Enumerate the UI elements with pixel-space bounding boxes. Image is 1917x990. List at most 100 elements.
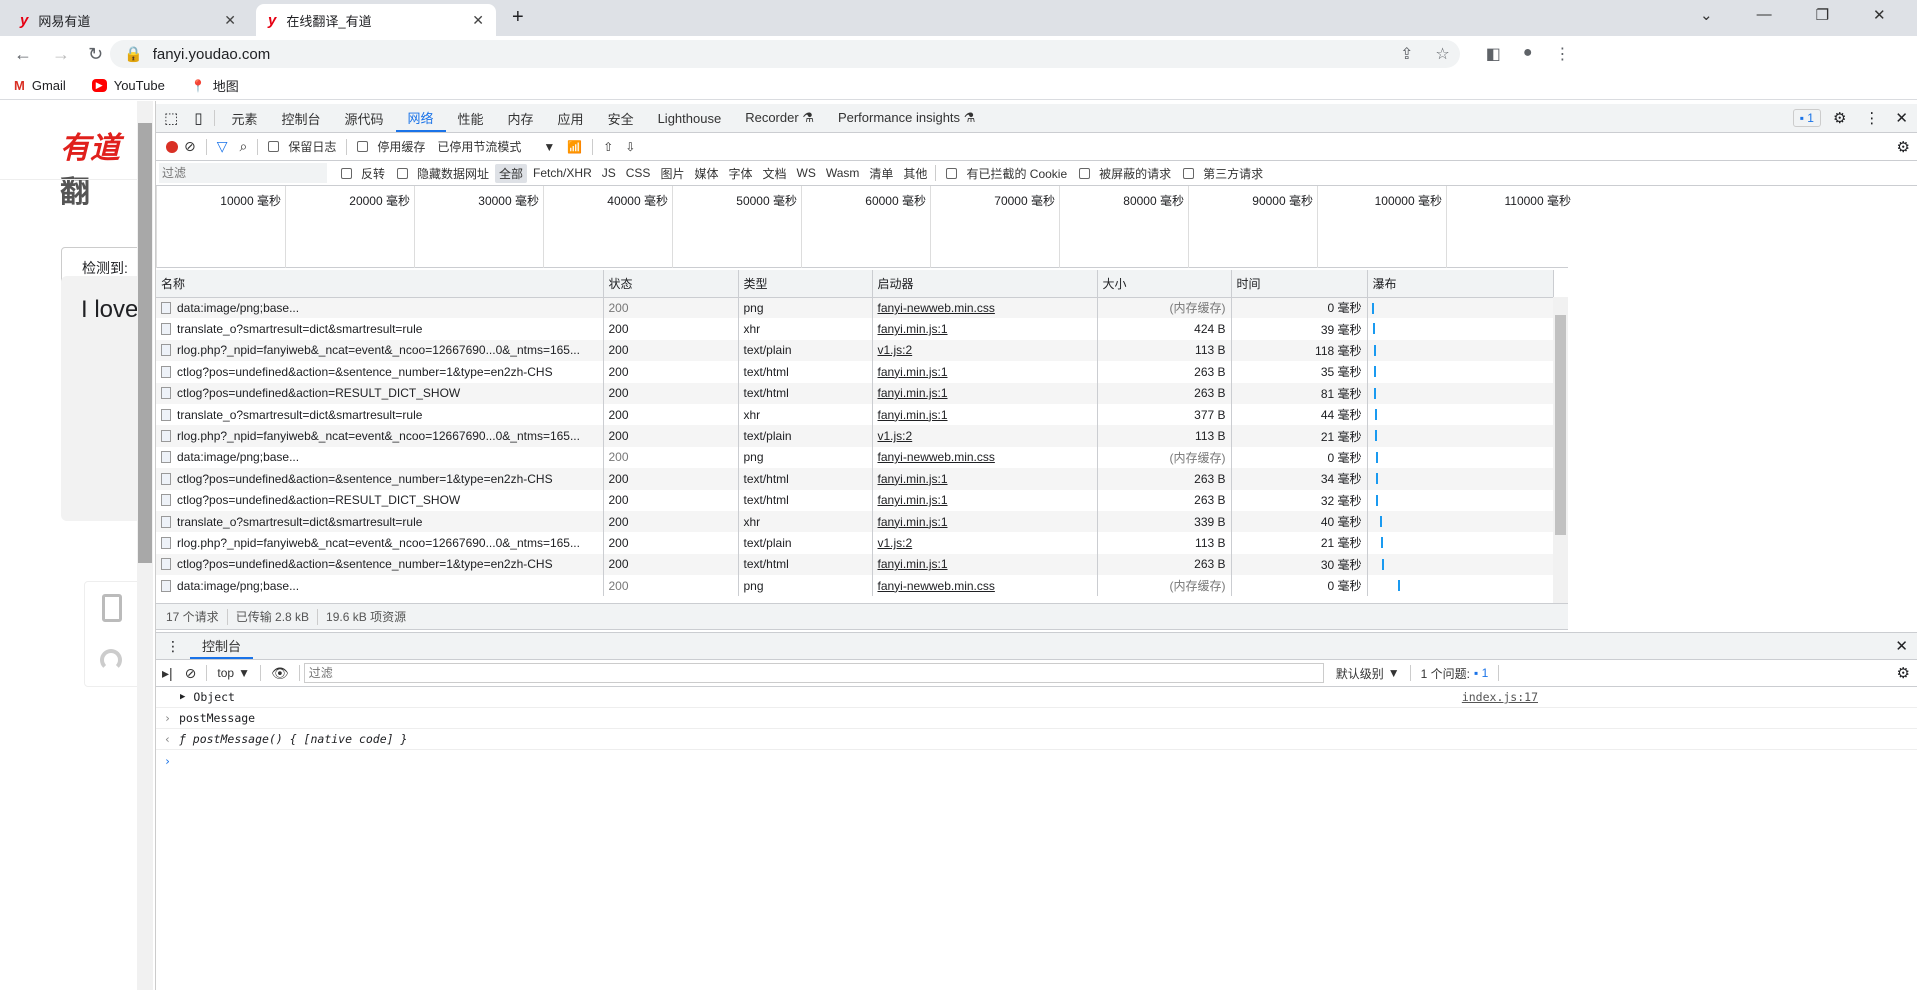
filter-input[interactable] bbox=[159, 163, 327, 183]
bookmark-youtube[interactable]: ▶ YouTube bbox=[91, 78, 165, 93]
new-tab-button[interactable]: + bbox=[512, 6, 524, 29]
back-icon[interactable]: ← bbox=[14, 44, 32, 65]
filter-type-button[interactable]: 其他 bbox=[899, 164, 931, 183]
filter-type-button[interactable]: Wasm bbox=[822, 164, 864, 183]
column-header[interactable]: 大小 bbox=[1097, 270, 1232, 298]
invert-checkbox[interactable]: 反转 bbox=[335, 165, 391, 182]
browser-tab-youdao[interactable]: y 网易有道 ✕ bbox=[8, 4, 248, 36]
live-expression-eye-icon[interactable]: 👁 bbox=[265, 665, 295, 682]
column-header[interactable]: 类型 bbox=[738, 270, 873, 298]
tab-console-drawer[interactable]: 控制台 bbox=[190, 633, 254, 659]
bookmark-gmail[interactable]: M Gmail bbox=[14, 78, 66, 93]
side-panel-icon[interactable]: ◧ bbox=[1486, 44, 1501, 64]
initiator[interactable]: fanyi-newweb.min.css bbox=[878, 301, 995, 315]
filter-type-button[interactable]: WS bbox=[793, 164, 820, 183]
bookmark-star-icon[interactable]: ☆ bbox=[1435, 44, 1449, 64]
console-prompt[interactable]: › bbox=[156, 750, 1917, 771]
hide-data-urls-checkbox[interactable]: 隐藏数据网址 bbox=[391, 165, 495, 182]
minimize-icon[interactable]: — bbox=[1757, 6, 1772, 24]
disable-cache-checkbox[interactable]: 停用缓存 bbox=[351, 138, 431, 155]
tab-devtools[interactable]: 源代码 bbox=[332, 104, 395, 132]
request-row[interactable]: rlog.php?_npid=fanyiweb&_ncat=event&_nco… bbox=[156, 425, 1554, 447]
table-scrollbar[interactable] bbox=[1553, 297, 1568, 603]
request-row[interactable]: ctlog?pos=undefined&action=&sentence_num… bbox=[156, 468, 1554, 490]
network-settings-icon[interactable]: ⚙ bbox=[1897, 138, 1917, 156]
tab-devtools[interactable]: 应用 bbox=[546, 104, 596, 132]
preserve-log-checkbox[interactable]: 保留日志 bbox=[262, 138, 342, 155]
browser-tab-translate[interactable]: y 在线翻译_有道 ✕ bbox=[256, 4, 496, 36]
initiator[interactable]: fanyi.min.js:1 bbox=[878, 408, 948, 422]
export-har-icon[interactable]: ⇩ bbox=[619, 140, 641, 154]
tab-devtools[interactable]: 内存 bbox=[496, 104, 546, 132]
close-window-icon[interactable]: ✕ bbox=[1873, 6, 1886, 24]
inspect-element-icon[interactable]: ⬚ bbox=[156, 109, 186, 127]
tab-devtools[interactable]: 性能 bbox=[446, 104, 496, 132]
blocked-requests-checkbox[interactable]: 被屏蔽的请求 bbox=[1073, 165, 1177, 182]
clear-icon[interactable]: ⊘ bbox=[178, 138, 202, 155]
column-header[interactable]: 状态 bbox=[603, 270, 739, 298]
issues-button[interactable]: 1 个问题: ▪ 1 bbox=[1415, 665, 1495, 682]
issues-badge[interactable]: ▪ 1 bbox=[1792, 109, 1821, 127]
filter-icon[interactable]: ▽ bbox=[211, 138, 234, 155]
source-text-input[interactable]: I love bbox=[61, 276, 137, 521]
request-row[interactable]: rlog.php?_npid=fanyiweb&_ncat=event&_nco… bbox=[156, 339, 1554, 362]
column-header[interactable]: 启动器 bbox=[872, 270, 1098, 298]
initiator[interactable]: fanyi.min.js:1 bbox=[878, 515, 948, 529]
third-party-checkbox[interactable]: 第三方请求 bbox=[1177, 165, 1269, 182]
device-toolbar-icon[interactable]: ▯ bbox=[186, 109, 210, 127]
share-icon[interactable]: ⇪ bbox=[1400, 44, 1413, 64]
more-options-icon[interactable]: ⋮ bbox=[1858, 109, 1885, 127]
request-row[interactable]: data:image/png;base... 200 png fanyi-newweb… bbox=[156, 297, 1554, 319]
sidebar-toggle-icon[interactable]: ▸| bbox=[156, 665, 179, 682]
request-row[interactable]: ctlog?pos=undefined&action=RESULT_DICT_S… bbox=[156, 382, 1554, 404]
filter-type-button[interactable]: 媒体 bbox=[690, 164, 722, 183]
profile-avatar-icon[interactable]: ● bbox=[1523, 44, 1533, 64]
request-row[interactable]: data:image/png;base... 200 png fanyi-newweb… bbox=[156, 575, 1554, 597]
initiator[interactable]: fanyi-newweb.min.css bbox=[878, 450, 995, 464]
throttle-select[interactable]: 已停用节流模式 ▼ bbox=[431, 138, 561, 155]
context-select[interactable]: top ▼ bbox=[211, 666, 256, 680]
initiator[interactable]: v1.js:2 bbox=[878, 429, 913, 443]
initiator[interactable]: v1.js:2 bbox=[878, 343, 913, 357]
close-tab-icon[interactable]: ✕ bbox=[472, 12, 484, 29]
tab-devtools[interactable]: 控制台 bbox=[269, 104, 332, 132]
tab-devtools[interactable]: Recorder ⚗ bbox=[733, 104, 826, 132]
initiator[interactable]: fanyi.min.js:1 bbox=[878, 493, 948, 507]
network-overview[interactable]: 10000 毫秒 20000 毫秒 30000 毫秒 40000 毫秒 50000 毫秒… bbox=[156, 186, 1571, 268]
filter-type-button[interactable]: 全部 bbox=[495, 163, 528, 183]
expand-triangle-icon[interactable]: ▶ bbox=[180, 692, 185, 702]
reload-icon[interactable]: ↻ bbox=[88, 44, 103, 65]
page-scrollbar[interactable] bbox=[137, 101, 153, 990]
log-level-select[interactable]: 默认级别 ▼ bbox=[1330, 665, 1406, 682]
request-row[interactable]: ctlog?pos=undefined&action=&sentence_num… bbox=[156, 361, 1554, 383]
address-bar[interactable]: 🔒 fanyi.youdao.com bbox=[110, 40, 1460, 68]
tab-devtools[interactable]: 安全 bbox=[596, 104, 646, 132]
initiator[interactable]: fanyi.min.js:1 bbox=[878, 386, 948, 400]
source-link[interactable]: index.js:17 bbox=[1462, 690, 1538, 704]
tab-devtools[interactable]: 元素 bbox=[219, 104, 269, 132]
mobile-icon[interactable] bbox=[102, 594, 122, 622]
tab-devtools[interactable]: Lighthouse bbox=[646, 104, 734, 132]
initiator[interactable]: fanyi.min.js:1 bbox=[878, 365, 948, 379]
column-header[interactable]: 名称 bbox=[156, 270, 604, 298]
initiator[interactable]: fanyi.min.js:1 bbox=[878, 557, 948, 571]
menu-icon[interactable]: ⋮ bbox=[1555, 44, 1571, 64]
refresh-icon[interactable] bbox=[100, 649, 122, 671]
filter-type-button[interactable]: 图片 bbox=[656, 164, 688, 183]
import-har-icon[interactable]: ⇧ bbox=[597, 140, 619, 154]
clear-console-icon[interactable]: ⊘ bbox=[179, 665, 203, 682]
tab-search-icon[interactable]: ⌄ bbox=[1700, 6, 1713, 24]
filter-type-button[interactable]: JS bbox=[598, 164, 620, 183]
filter-type-button[interactable]: 清单 bbox=[865, 164, 897, 183]
console-line-object[interactable]: ▶ Object index.js:17 bbox=[156, 687, 1917, 708]
request-row[interactable]: translate_o?smartresult=dict&smartresult… bbox=[156, 318, 1554, 340]
request-row[interactable]: ctlog?pos=undefined&action=&sentence_num… bbox=[156, 553, 1554, 576]
restore-icon[interactable]: ❐ bbox=[1816, 6, 1829, 24]
request-row[interactable]: translate_o?smartresult=dict&smartresult… bbox=[156, 403, 1554, 426]
search-icon[interactable]: ⌕ bbox=[234, 138, 254, 155]
close-devtools-icon[interactable]: ✕ bbox=[1885, 109, 1917, 127]
close-tab-icon[interactable]: ✕ bbox=[224, 12, 236, 29]
request-row[interactable]: rlog.php?_npid=fanyiweb&_ncat=event&_nco… bbox=[156, 532, 1554, 554]
network-conditions-icon[interactable]: 📶 bbox=[561, 140, 588, 154]
column-header[interactable]: 时间 bbox=[1231, 270, 1368, 298]
